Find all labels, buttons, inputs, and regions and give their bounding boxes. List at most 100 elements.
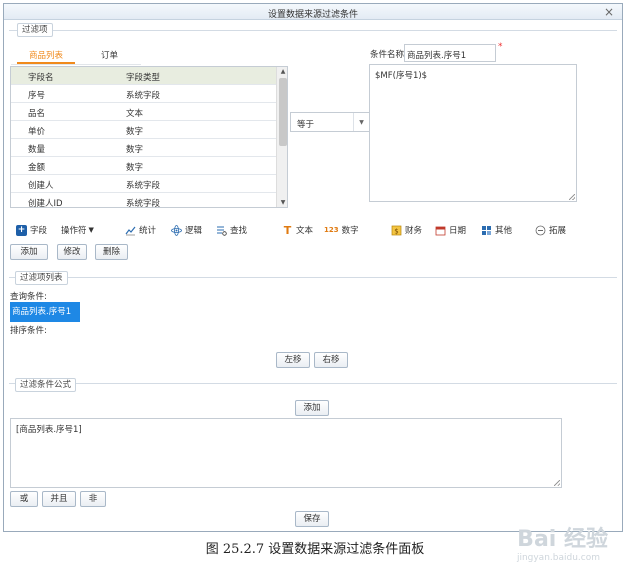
field-type-cell: 数字: [126, 145, 144, 155]
watermark-url: jingyan.baidu.com: [516, 553, 600, 563]
condition-name-value: 商品列表.序号1: [407, 51, 467, 61]
toolbar-label: 字段: [30, 226, 48, 236]
table-row[interactable]: 金额 数字: [11, 157, 277, 175]
field-type-cell: 系统字段: [126, 199, 161, 208]
field-type-cell: 数字: [126, 127, 144, 137]
field-name-cell: 数量: [28, 145, 46, 155]
column-header-field-name: 字段名: [28, 73, 54, 83]
or-button[interactable]: 或: [10, 491, 38, 507]
filter-section-legend: 过滤项: [17, 23, 53, 37]
field-name-cell: 单价: [28, 127, 46, 137]
toolbar-label: 拓展: [549, 226, 567, 236]
close-icon[interactable]: ×: [604, 5, 614, 19]
scroll-thumb[interactable]: [279, 78, 287, 146]
table-row[interactable]: 单价 数字: [11, 121, 277, 139]
calendar-icon: [435, 226, 446, 235]
move-left-button[interactable]: 左移: [276, 352, 310, 368]
table-row[interactable]: 数量 数字: [11, 139, 277, 157]
resize-grip-icon[interactable]: [554, 480, 560, 486]
table-row[interactable]: 创建人ID 系统字段: [11, 193, 277, 208]
field-name-cell: 创建人ID: [28, 199, 63, 208]
toolbar-label: 文本: [296, 226, 314, 236]
finance-icon: $: [391, 225, 402, 235]
dialog-title: 设置数据来源过滤条件: [267, 10, 358, 20]
toolbar-operator[interactable]: 操作符 ▼: [61, 224, 94, 236]
field-type-cell: 系统字段: [126, 91, 161, 101]
section-divider: [9, 383, 617, 384]
grid-scrollbar[interactable]: ▲ ▼: [276, 67, 287, 207]
toolbar-date[interactable]: 日期: [435, 224, 466, 236]
condition-name-label: 条件名称:: [370, 50, 407, 60]
tab-order[interactable]: 订单: [101, 49, 118, 61]
field-name-cell: 序号: [28, 91, 46, 101]
tab-product-list[interactable]: 商品列表: [29, 49, 63, 61]
toolbar-label: 日期: [449, 226, 467, 236]
list-section-legend: 过滤项列表: [15, 271, 68, 285]
list-search-icon: [217, 226, 227, 236]
scroll-down-icon[interactable]: ▼: [277, 199, 287, 206]
operator-select[interactable]: 等于 ▼: [290, 112, 370, 132]
selected-filter-item[interactable]: 商品列表.序号1: [10, 302, 80, 322]
section-divider: [9, 277, 617, 278]
delete-item-button[interactable]: 删除: [95, 244, 128, 260]
field-grid: 字段名 字段类型 序号 系统字段 品名 文本 单价 数字 数量 数字 金额 数字…: [10, 66, 288, 208]
toolbar-extend[interactable]: 拓展: [535, 224, 566, 236]
toolbar-label: 查找: [230, 226, 248, 236]
plus-square-icon: +: [16, 224, 27, 236]
formula-text: [商品列表.序号1]: [16, 425, 82, 435]
column-header-field-type: 字段类型: [126, 73, 161, 83]
toolbar-label: 操作符: [61, 226, 87, 236]
table-row[interactable]: 品名 文本: [11, 103, 277, 121]
move-right-button[interactable]: 右移: [314, 352, 348, 368]
dropdown-caret-icon: ▼: [88, 226, 94, 234]
toolbar-text[interactable]: T 文本: [282, 223, 314, 237]
toolbar-other[interactable]: 其他: [481, 224, 512, 236]
atom-icon: [171, 224, 182, 236]
toolbar-label: 统计: [139, 226, 157, 236]
number-123-icon: 123: [324, 225, 339, 234]
resize-grip-icon[interactable]: [569, 194, 575, 200]
not-button[interactable]: 非: [80, 491, 106, 507]
field-type-cell: 系统字段: [126, 181, 161, 191]
dialog-titlebar: 设置数据来源过滤条件 ×: [4, 4, 622, 20]
svg-text:$: $: [394, 227, 398, 235]
filter-dialog: 设置数据来源过滤条件 × 过滤项 商品列表 订单 字段名 字段类型 序号 系统字…: [3, 3, 623, 532]
field-name-cell: 创建人: [28, 181, 54, 191]
add-item-button[interactable]: 添加: [10, 244, 48, 260]
field-name-cell: 金额: [28, 163, 46, 173]
toolbar-statistics[interactable]: 统计: [125, 224, 156, 236]
add-formula-button[interactable]: 添加: [295, 400, 329, 416]
operator-value: 等于: [297, 120, 315, 130]
table-row[interactable]: 创建人 系统字段: [11, 175, 277, 193]
sort-condition-label: 排序条件:: [10, 326, 47, 336]
formula-textarea[interactable]: [商品列表.序号1]: [10, 418, 562, 488]
toolbar-lookup[interactable]: 查找: [216, 224, 247, 236]
chevron-down-icon[interactable]: ▼: [353, 113, 369, 131]
scroll-up-icon[interactable]: ▲: [277, 68, 287, 75]
edit-item-button[interactable]: 修改: [57, 244, 87, 260]
toolbar-field[interactable]: + 字段: [16, 224, 47, 236]
grid-icon: [482, 225, 491, 235]
field-name-cell: 品名: [28, 109, 46, 119]
watermark-logo: Bai 经验: [517, 527, 608, 552]
condition-name-field[interactable]: 商品列表.序号1: [404, 44, 496, 62]
toolbar-finance[interactable]: $ 财务: [391, 224, 422, 236]
required-mark: *: [498, 42, 503, 52]
query-condition-label: 查询条件:: [10, 292, 47, 302]
table-row[interactable]: 序号 系统字段: [11, 85, 277, 103]
grid-header-row: 字段名 字段类型: [11, 67, 277, 85]
section-divider: [9, 30, 617, 31]
expression-text: $MF(序号1)$: [375, 71, 428, 81]
toolbar-label: 其他: [495, 226, 513, 236]
text-T-icon: T: [283, 223, 292, 237]
condition-expression-textarea[interactable]: $MF(序号1)$: [369, 64, 577, 202]
circle-dots-icon: [535, 225, 546, 235]
toolbar-logic[interactable]: 逻辑: [171, 224, 202, 236]
and-button[interactable]: 并且: [42, 491, 76, 507]
toolbar-label: 财务: [405, 226, 423, 236]
field-type-cell: 数字: [126, 163, 144, 173]
toolbar-number[interactable]: 123 数字: [324, 224, 359, 237]
field-type-cell: 文本: [126, 109, 144, 119]
toolbar-label: 数字: [341, 226, 359, 236]
save-button[interactable]: 保存: [295, 511, 329, 527]
